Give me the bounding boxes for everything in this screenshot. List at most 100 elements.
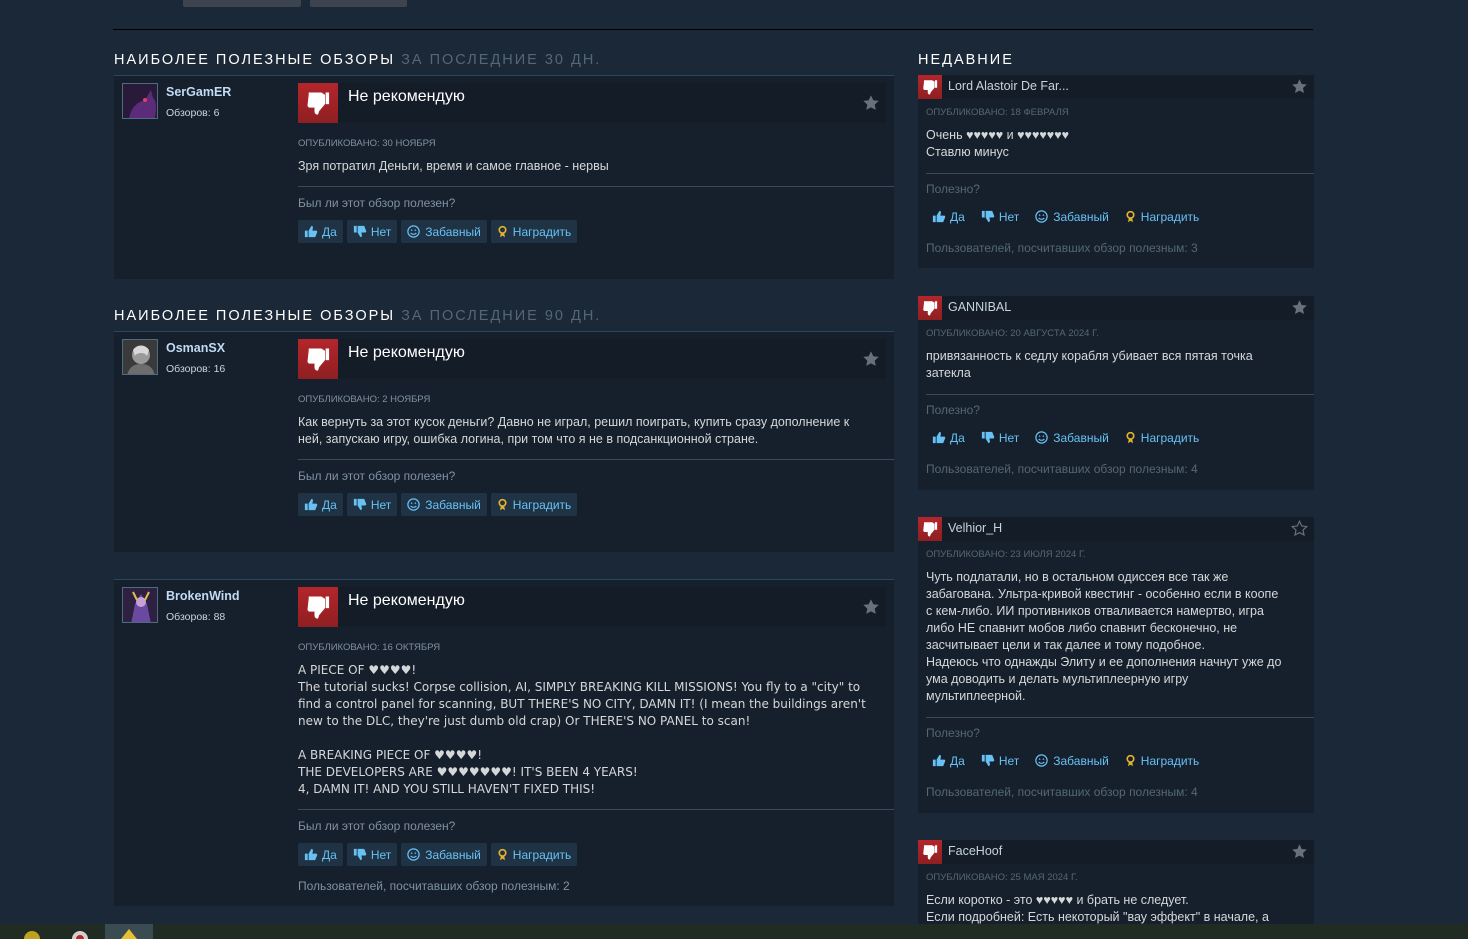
vote-no-button[interactable]: Нет [346,493,398,516]
taskbar-app-icon[interactable] [14,926,50,939]
award-label: Наградить [1140,753,1200,768]
review-text: Если коротко - это ♥♥♥♥♥ и брать не след… [926,893,1269,924]
vote-no-label: Нет [998,753,1020,768]
posted-date: Опубликовано: 2 ноября [298,394,431,405]
verdict-title[interactable]: Не рекомендую [348,592,465,610]
vote-no-button[interactable]: Нет [975,426,1025,449]
divider [298,809,894,810]
award-button[interactable]: Наградить [1119,205,1206,228]
vote-no-button[interactable]: Нет [975,749,1025,772]
vote-yes-button[interactable]: Да [298,220,343,243]
thumbs-up-icon [303,847,318,862]
thumbs-down-icon [298,339,338,379]
vote-funny-label: Забавный [1053,209,1109,224]
award-button[interactable]: Наградить [1119,749,1206,772]
vote-yes-label: Да [950,430,965,445]
vote-funny-button[interactable]: Забавный [1029,426,1115,449]
award-icon [1124,753,1137,768]
star-icon[interactable] [862,350,880,368]
recent-author-name[interactable]: Velhior_H [948,521,1002,535]
avatar[interactable] [122,587,158,623]
vote-yes-button[interactable]: Да [298,843,343,866]
star-icon[interactable] [862,598,880,616]
recent-review-header[interactable]: FaceHoof [918,840,1314,864]
star-icon[interactable] [1291,843,1308,860]
vote-funny-button[interactable]: Забавный [1029,749,1115,772]
vote-funny-button[interactable]: Забавный [401,220,487,243]
avatar[interactable] [122,339,158,375]
taskbar-active-app-icon[interactable] [105,924,153,939]
thumbs-up-icon [931,209,946,224]
thumbs-down-icon [980,753,995,768]
recent-author-name[interactable]: Lord Alastoir De Far... [948,79,1069,93]
vote-yes-button[interactable]: Да [926,205,971,228]
thumbs-up-icon [931,753,946,768]
review-verdict[interactable]: Не рекомендую [298,587,886,627]
vote-yes-label: Да [322,224,337,239]
thumbs-down-icon [298,587,338,627]
review-text: Очень ♥♥♥♥♥ и ♥♥♥♥♥♥♥ Ставлю минус [926,128,1070,159]
section-title-90-days: Наиболее полезные обзоры за последние 90 … [114,308,601,324]
taskbar-app-icon[interactable] [62,926,98,939]
vote-no-button[interactable]: Нет [975,205,1025,228]
review-card: OsmanSX Обзоров: 16 Не рекомендую Опубли… [114,331,894,552]
top-tab-1[interactable] [183,0,301,7]
vote-yes-label: Да [322,847,337,862]
vote-funny-label: Забавный [425,847,481,862]
award-label: Наградить [1140,430,1200,445]
award-button[interactable]: Наградить [1119,426,1206,449]
review-text: привязанность к седлу корабля убивает вс… [926,349,1253,380]
vote-yes-button[interactable]: Да [298,493,343,516]
award-icon [1124,209,1137,224]
helpful-question: Был ли этот обзор полезен? [298,819,456,833]
vote-funny-button[interactable]: Забавный [401,843,487,866]
vote-no-button[interactable]: Нет [346,220,398,243]
vote-yes-label: Да [322,497,337,512]
author-review-count[interactable]: Обзоров: 16 [166,363,225,375]
star-icon[interactable] [1291,299,1308,316]
review-verdict[interactable]: Не рекомендую [298,83,886,123]
vote-yes-button[interactable]: Да [926,749,971,772]
divider [926,394,1314,395]
avatar[interactable] [122,83,158,119]
recent-review-header[interactable]: Lord Alastoir De Far... [918,75,1314,99]
author-name[interactable]: BrokenWind [166,589,240,603]
divider [926,717,1314,718]
recent-author-name[interactable]: FaceHoof [948,844,1002,858]
award-button[interactable]: Наградить [490,220,578,243]
thumbs-up-icon [303,497,318,512]
vote-controls: Да Нет Забавный Наградить [926,426,1205,450]
star-outline-icon[interactable] [1291,520,1308,537]
top-tab-2[interactable] [310,0,407,7]
star-icon[interactable] [1291,78,1308,95]
vote-no-label: Нет [370,497,392,512]
author-name[interactable]: OsmanSX [166,341,225,355]
verdict-title[interactable]: Не рекомендую [348,88,465,106]
verdict-title[interactable]: Не рекомендую [348,344,465,362]
divider [298,186,894,187]
award-button[interactable]: Наградить [490,493,578,516]
vote-yes-button[interactable]: Да [926,426,971,449]
author-name[interactable]: SerGamER [166,85,231,99]
smile-icon [1034,430,1049,445]
author-review-count[interactable]: Обзоров: 88 [166,611,225,623]
vote-funny-button[interactable]: Забавный [401,493,487,516]
thumbs-down-icon [352,224,367,239]
helpful-question: Был ли этот обзор полезен? [298,196,456,210]
vote-yes-label: Да [950,209,965,224]
thumbs-down-icon [352,497,367,512]
review-card: SerGamER Обзоров: 6 Не рекомендую Опубли… [114,75,894,279]
helpful-count: Пользователей, посчитавших обзор полезны… [926,241,1198,255]
vote-no-button[interactable]: Нет [346,843,398,866]
star-icon[interactable] [862,94,880,112]
section-heading: Наиболее полезные обзоры [114,308,396,324]
award-button[interactable]: Наградить [490,843,578,866]
review-verdict[interactable]: Не рекомендую [298,339,886,379]
recent-review-header[interactable]: GANNIBAL [918,296,1314,320]
author-review-count[interactable]: Обзоров: 6 [166,107,219,119]
recent-review-header[interactable]: Velhior_H [918,517,1314,541]
vote-funny-button[interactable]: Забавный [1029,205,1115,228]
vote-no-label: Нет [370,847,392,862]
posted-date: Опубликовано: 18 февраля [926,107,1069,118]
recent-author-name[interactable]: GANNIBAL [948,300,1011,314]
